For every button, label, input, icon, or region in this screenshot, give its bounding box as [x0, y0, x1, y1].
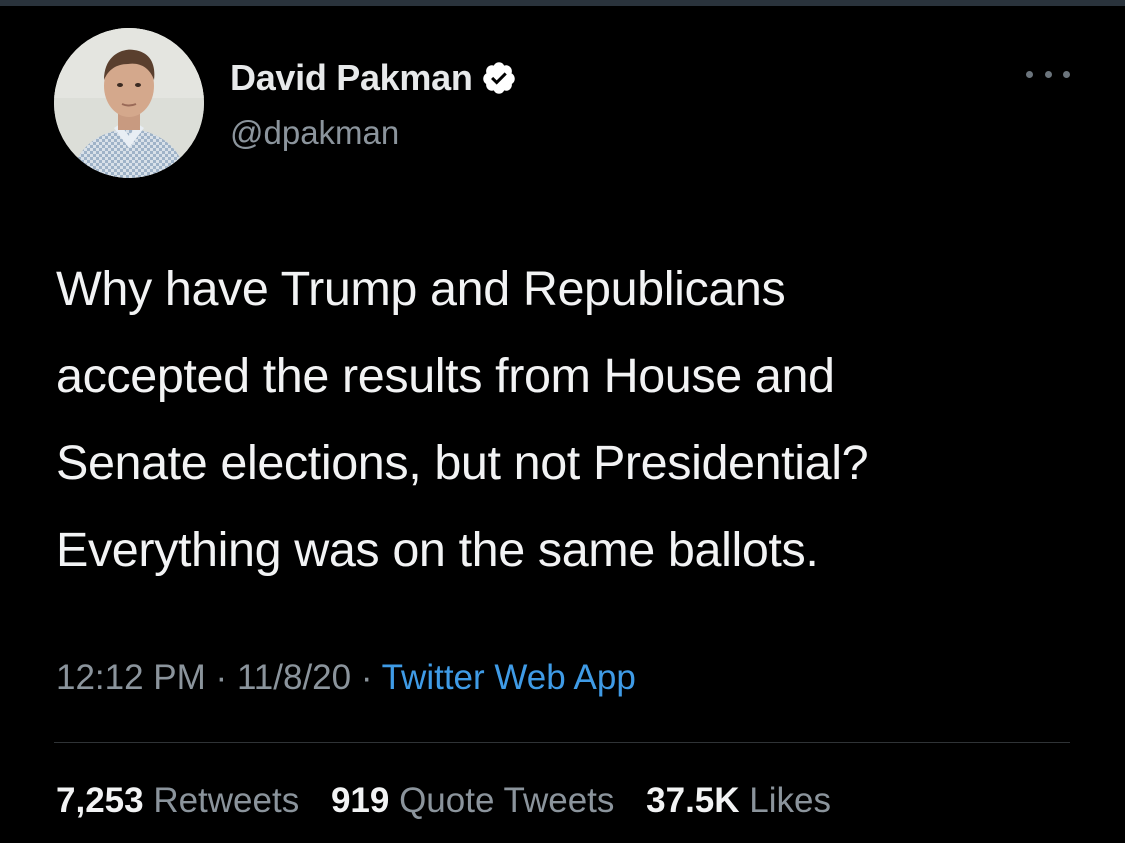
quote-tweets-stat[interactable]: 919 Quote Tweets: [331, 781, 646, 820]
author-handle[interactable]: @dpakman: [230, 114, 399, 152]
profile-photo: [54, 28, 204, 178]
tweet-text-line: accepted the results from House and: [56, 349, 835, 403]
more-dot: [1063, 70, 1070, 78]
retweets-label: Retweets: [153, 781, 300, 820]
author-display-name[interactable]: David Pakman: [230, 57, 473, 99]
likes-stat[interactable]: 37.5K Likes: [646, 781, 831, 820]
tweet-time[interactable]: 12:12 PM: [56, 658, 206, 697]
tweet-stats: 7,253 Retweets 919 Quote Tweets 37.5K Li…: [56, 781, 831, 821]
quote-tweets-label: Quote Tweets: [399, 781, 615, 820]
retweets-count: 7,253: [56, 781, 154, 820]
quote-tweets-count: 919: [330, 781, 400, 820]
tweet-source-link[interactable]: Twitter Web App: [382, 658, 636, 697]
more-options-icon[interactable]: [1026, 62, 1070, 86]
tweet-text: Why have Trump and Republicans accepted …: [56, 246, 1096, 594]
tweet-text-line: Senate elections, but not Presidential?: [56, 436, 869, 490]
meta-separator: ·: [360, 658, 382, 697]
more-dot: [1026, 70, 1033, 78]
tweet-text-line: Why have Trump and Republicans: [56, 262, 786, 316]
tweet-metadata: 12:12 PM · 11/8/20 · Twitter Web App: [56, 658, 636, 698]
likes-label: Likes: [749, 781, 831, 820]
divider: [54, 742, 1070, 743]
verified-badge-icon: [481, 60, 517, 96]
tweet-card: David Pakman @dpakman Why have Trump and…: [0, 6, 1125, 843]
likes-count: 37.5K: [646, 781, 750, 820]
author-avatar[interactable]: [54, 28, 204, 178]
tweet-text-line: Everything was on the same ballots.: [56, 523, 819, 577]
tweet-date[interactable]: 11/8/20: [237, 658, 351, 697]
more-dot: [1044, 70, 1052, 78]
author-name-row[interactable]: David Pakman: [230, 56, 517, 100]
retweets-stat[interactable]: 7,253 Retweets: [56, 781, 331, 820]
meta-separator: ·: [215, 658, 237, 697]
